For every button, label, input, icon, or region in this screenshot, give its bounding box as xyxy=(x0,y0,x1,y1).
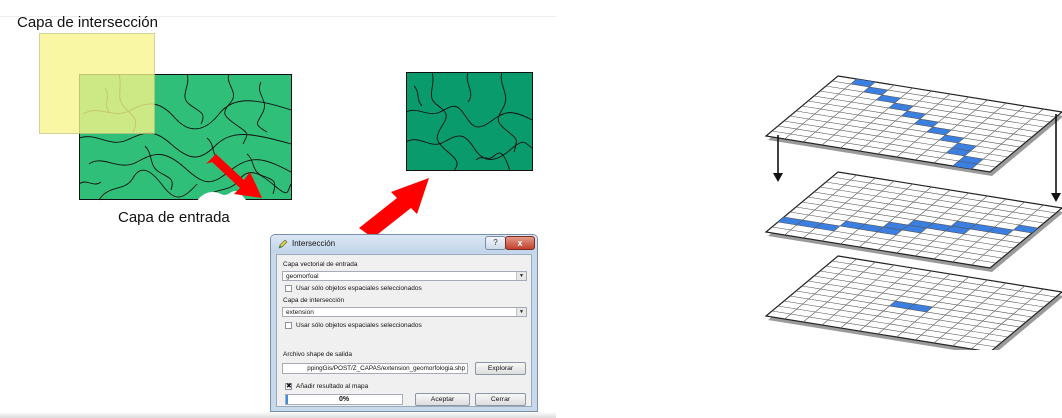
arrow-down-left-icon xyxy=(773,173,783,182)
use-selected-intersection-checkbox[interactable] xyxy=(285,322,292,329)
progress-bar: 0% xyxy=(285,394,403,405)
add-result-label: Añadir resultado al mapa xyxy=(296,383,369,390)
pencil-icon xyxy=(278,239,288,249)
result-layer-map xyxy=(406,72,533,172)
intersection-layer-label: Capa de intersección xyxy=(283,297,345,304)
input-vector-layer-label: Capa vectorial de entrada xyxy=(283,261,358,268)
use-selected-input-label: Usar sólo objetos espaciales seleccionad… xyxy=(296,285,422,292)
dialog-title: Intersección xyxy=(292,239,336,248)
left-panel: Capa de intersección Capa de entrada Int… xyxy=(0,0,556,418)
progress-text: 0% xyxy=(338,396,350,403)
raster-layers-illustration xyxy=(764,75,1062,350)
input-layer-caption: Capa de entrada xyxy=(118,209,230,226)
intersection-layer-square xyxy=(39,33,155,134)
help-button[interactable]: ? xyxy=(485,236,506,250)
dialog-titlebar: Intersección ? x xyxy=(271,235,537,253)
output-shapefile-label: Archivo shape de salida xyxy=(283,351,353,358)
chevron-down-icon: ▼ xyxy=(516,308,526,316)
use-selected-input-checkbox[interactable] xyxy=(285,285,292,292)
browse-button[interactable]: Explorar xyxy=(475,362,526,375)
output-shapefile-input[interactable]: ppingGis/POST/Z_CAPAS/extension_geomorfo… xyxy=(282,363,468,374)
intersection-layer-value: extension xyxy=(286,309,314,316)
intersection-layer-select[interactable]: extension ▼ xyxy=(282,307,527,317)
intersection-dialog: Intersección ? x Capa vectorial de entra… xyxy=(270,234,538,412)
bottom-divider xyxy=(0,412,556,418)
output-shapefile-value: ppingGis/POST/Z_CAPAS/extension_geomorfo… xyxy=(307,365,465,372)
arrow-down-right-icon xyxy=(1051,193,1061,202)
red-arrow-down-right-icon xyxy=(206,154,262,198)
intersection-layer-caption: Capa de intersección xyxy=(17,14,158,31)
chevron-down-icon: ▼ xyxy=(516,272,526,280)
window-close-button[interactable]: x xyxy=(505,236,535,250)
input-vector-layer-select[interactable]: geomorfoal ▼ xyxy=(282,271,527,281)
input-vector-layer-value: geomorfoal xyxy=(286,273,319,280)
accept-button[interactable]: Aceptar xyxy=(415,393,470,406)
close-button[interactable]: Cerrar xyxy=(475,393,526,406)
add-result-checkbox[interactable]: ✖ xyxy=(285,383,292,390)
dialog-body: Capa vectorial de entrada geomorfoal ▼ U… xyxy=(276,254,532,407)
use-selected-intersection-label: Usar sólo objetos espaciales seleccionad… xyxy=(296,322,422,329)
